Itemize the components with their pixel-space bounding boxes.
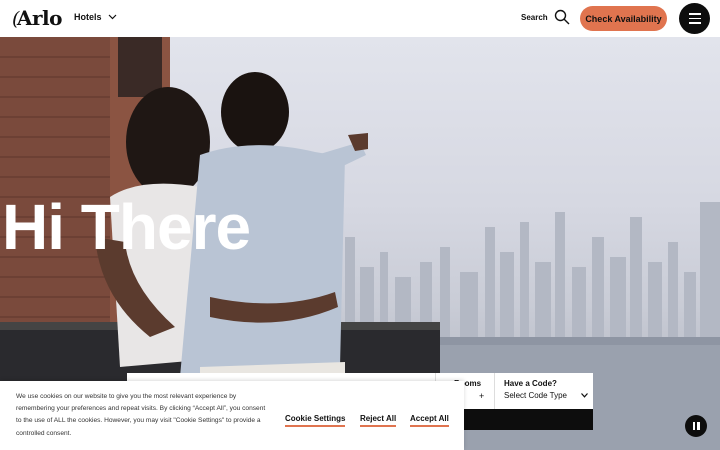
search-icon — [554, 9, 570, 25]
code-type-value: Select Code Type — [504, 391, 568, 400]
rooms-plus-button[interactable]: + — [479, 391, 484, 401]
cookie-text: We use cookies on our website to give yo… — [16, 393, 266, 437]
chevron-down-icon — [108, 14, 116, 20]
chevron-down-icon — [581, 393, 588, 398]
arlo-logo[interactable]: (Arlo — [12, 7, 62, 30]
cookie-banner: We use cookies on our website to give yo… — [0, 381, 464, 450]
search-button[interactable]: Search — [521, 9, 570, 25]
menu-button[interactable] — [679, 3, 710, 34]
pause-icon — [692, 422, 695, 430]
search-label: Search — [521, 12, 548, 22]
pause-button[interactable] — [685, 415, 707, 437]
hotels-dropdown[interactable]: Hotels — [74, 12, 117, 22]
promo-code-field: Have a Code? Select Code Type — [495, 373, 593, 409]
cookie-settings-button[interactable]: Cookie Settings — [285, 414, 346, 427]
hero-title: Hi There — [2, 191, 251, 263]
hamburger-icon — [688, 13, 701, 15]
hotels-label: Hotels — [74, 12, 102, 22]
check-availability-button[interactable]: Check Availability — [580, 6, 667, 31]
code-type-select[interactable]: Select Code Type — [504, 391, 593, 400]
logo-text: Arlo — [16, 6, 63, 30]
accept-all-button[interactable]: Accept All — [410, 414, 449, 427]
site-header: (Arlo Hotels Search Check Availability — [0, 0, 720, 37]
promo-code-title: Have a Code? — [504, 379, 557, 388]
reject-all-button[interactable]: Reject All — [360, 414, 397, 427]
